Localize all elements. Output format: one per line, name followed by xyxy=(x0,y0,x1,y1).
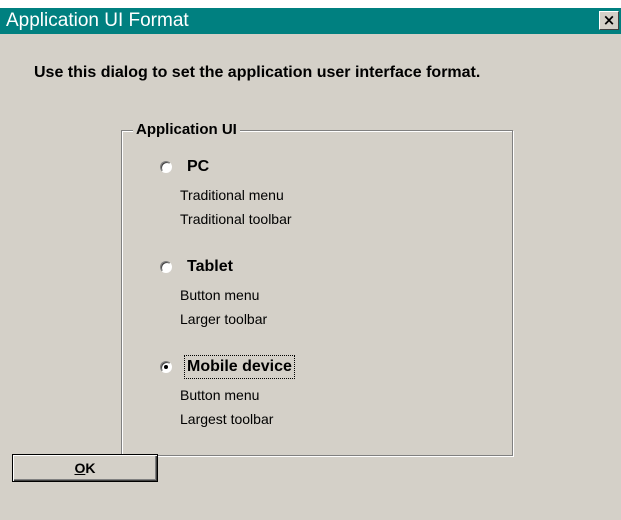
option-mobile-description-2: Largest toolbar xyxy=(180,411,274,427)
option-tablet-description-1: Button menu xyxy=(180,287,260,303)
groupbox-label: Application UI xyxy=(133,120,240,140)
radio-selected-dot xyxy=(164,365,168,369)
close-button[interactable]: × xyxy=(599,11,619,30)
option-mobile-description-1: Button menu xyxy=(180,387,260,403)
cropped-top-strip xyxy=(0,0,621,8)
window-title: Application UI Format xyxy=(6,10,189,31)
radio-label-mobile-device[interactable]: Mobile device xyxy=(184,355,295,379)
radio-tablet[interactable] xyxy=(160,261,172,273)
radio-mobile-device[interactable] xyxy=(160,361,172,373)
ok-label-rest: K xyxy=(85,460,96,476)
ok-mnemonic: O xyxy=(74,460,86,476)
ok-button[interactable]: OK xyxy=(12,454,158,482)
application-ui-format-dialog: Application UI Format × Use this dialog … xyxy=(0,8,621,520)
radio-label-pc[interactable]: PC xyxy=(185,156,211,178)
title-bar[interactable]: Application UI Format × xyxy=(0,8,621,34)
radio-label-tablet[interactable]: Tablet xyxy=(185,256,235,278)
instruction-text: Use this dialog to set the application u… xyxy=(34,64,481,81)
option-tablet-description-2: Larger toolbar xyxy=(180,311,268,327)
option-pc-description-2: Traditional toolbar xyxy=(180,211,292,227)
option-pc-description-1: Traditional menu xyxy=(180,187,284,203)
close-icon: × xyxy=(602,11,616,29)
radio-pc[interactable] xyxy=(160,161,172,173)
